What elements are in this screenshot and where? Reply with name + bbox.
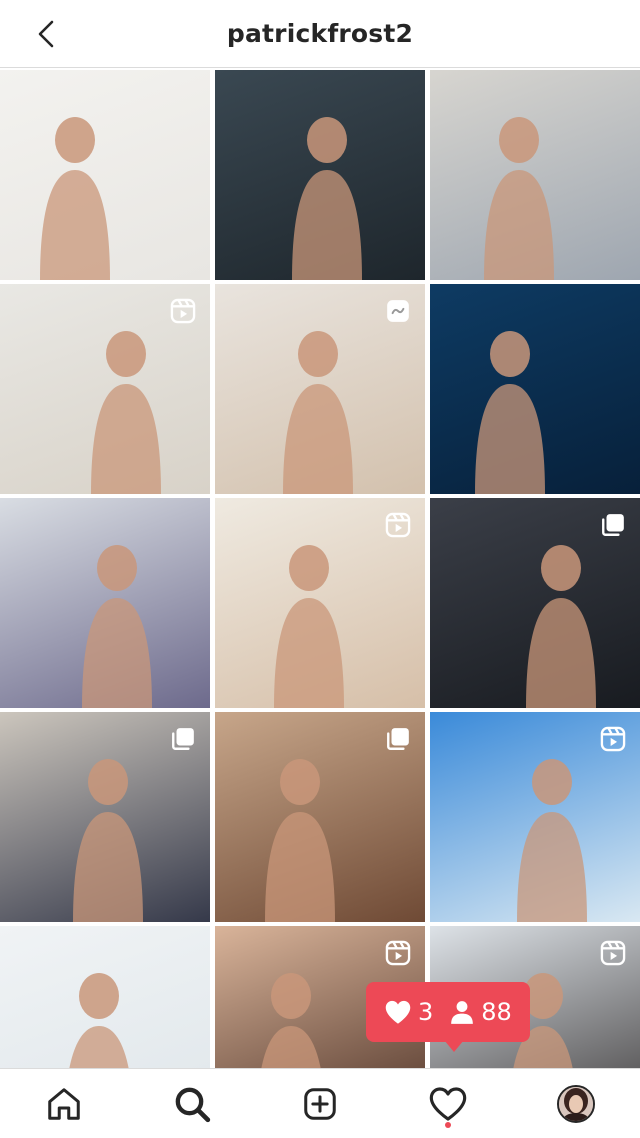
post-thumbnail[interactable]: [215, 70, 425, 280]
back-button[interactable]: [26, 14, 66, 54]
heart-icon: [385, 1000, 411, 1024]
post-thumbnail[interactable]: [215, 284, 425, 494]
post-thumbnail[interactable]: [430, 498, 640, 708]
likes-count: 3: [418, 998, 434, 1026]
post-grid: [0, 70, 640, 1136]
post-image: [0, 498, 210, 708]
reels-icon: [168, 296, 198, 326]
activity-toast[interactable]: 3 88: [366, 982, 530, 1042]
post-image: [430, 284, 640, 494]
reels-icon: [598, 724, 628, 754]
post-thumbnail[interactable]: [0, 498, 210, 708]
post-image: [215, 70, 425, 280]
toast-pointer: [444, 1040, 464, 1052]
reels-icon: [383, 938, 413, 968]
post-figure: [484, 117, 554, 280]
igtv-icon: [383, 296, 413, 326]
bottom-nav: [0, 1068, 640, 1138]
carousel-icon: [168, 724, 198, 754]
app-screen: patrickfrost2 3 88: [0, 0, 640, 1138]
nav-home[interactable]: [34, 1074, 94, 1134]
post-figure: [475, 331, 545, 494]
post-thumbnail[interactable]: [430, 712, 640, 922]
nav-activity[interactable]: [418, 1074, 478, 1134]
post-figure: [40, 117, 110, 280]
post-thumbnail[interactable]: [430, 70, 640, 280]
reels-icon: [383, 510, 413, 540]
post-thumbnail[interactable]: [215, 498, 425, 708]
home-icon: [48, 1087, 80, 1120]
post-figure: [292, 117, 362, 280]
post-thumbnail[interactable]: [0, 284, 210, 494]
nav-search[interactable]: [162, 1074, 222, 1134]
profile-username-title: patrickfrost2: [226, 19, 414, 48]
post-image: [0, 70, 210, 280]
notification-dot: [445, 1121, 451, 1128]
post-image: [430, 70, 640, 280]
chevron-left-icon: [38, 20, 54, 48]
post-thumbnail[interactable]: [430, 284, 640, 494]
top-bar: patrickfrost2: [0, 0, 640, 68]
post-thumbnail[interactable]: [0, 70, 210, 280]
carousel-icon: [383, 724, 413, 754]
nav-profile[interactable]: [546, 1074, 606, 1134]
activity-icon: [429, 1086, 467, 1121]
post-thumbnail[interactable]: [0, 712, 210, 922]
nav-new-post[interactable]: [290, 1074, 350, 1134]
post-thumbnail[interactable]: [215, 712, 425, 922]
user-icon: [451, 1001, 474, 1024]
profile-avatar: [557, 1084, 595, 1123]
post-figure: [82, 545, 152, 708]
reels-icon: [598, 938, 628, 968]
follows-count: 88: [481, 998, 512, 1026]
carousel-icon: [598, 510, 628, 540]
new-post-icon: [304, 1087, 336, 1120]
search-icon: [175, 1087, 211, 1122]
